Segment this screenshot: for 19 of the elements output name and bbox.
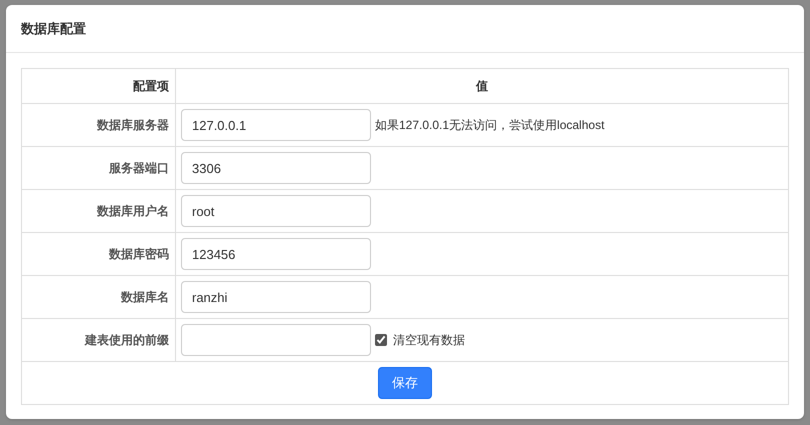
hint-text: 如果127.0.0.1无法访问，尝试使用localhost <box>375 117 604 134</box>
column-header: 配置项 <box>22 68 176 104</box>
input-field[interactable]: 123456 <box>181 238 371 270</box>
checkbox[interactable] <box>375 334 387 346</box>
row-label: 数据库密码 <box>22 232 176 276</box>
row-label: 数据库服务器 <box>22 104 176 146</box>
input-field[interactable]: root <box>181 195 371 227</box>
row-label: 数据库用户名 <box>22 190 176 232</box>
input-field[interactable] <box>181 324 371 356</box>
column-header: 值 <box>176 68 788 104</box>
input-field[interactable]: ranzhi <box>181 281 371 313</box>
input-field[interactable]: 127.0.0.1 <box>181 109 371 141</box>
checkbox-label: 清空现有数据 <box>393 332 465 349</box>
save-button[interactable]: 保存 <box>378 367 432 399</box>
panel-title: 数据库配置 <box>21 20 86 38</box>
row-label: 建表使用的前缀 <box>22 318 176 362</box>
input-field[interactable]: 3306 <box>181 152 371 184</box>
row-label: 数据库名 <box>22 276 176 318</box>
row-label: 服务器端口 <box>22 146 176 190</box>
